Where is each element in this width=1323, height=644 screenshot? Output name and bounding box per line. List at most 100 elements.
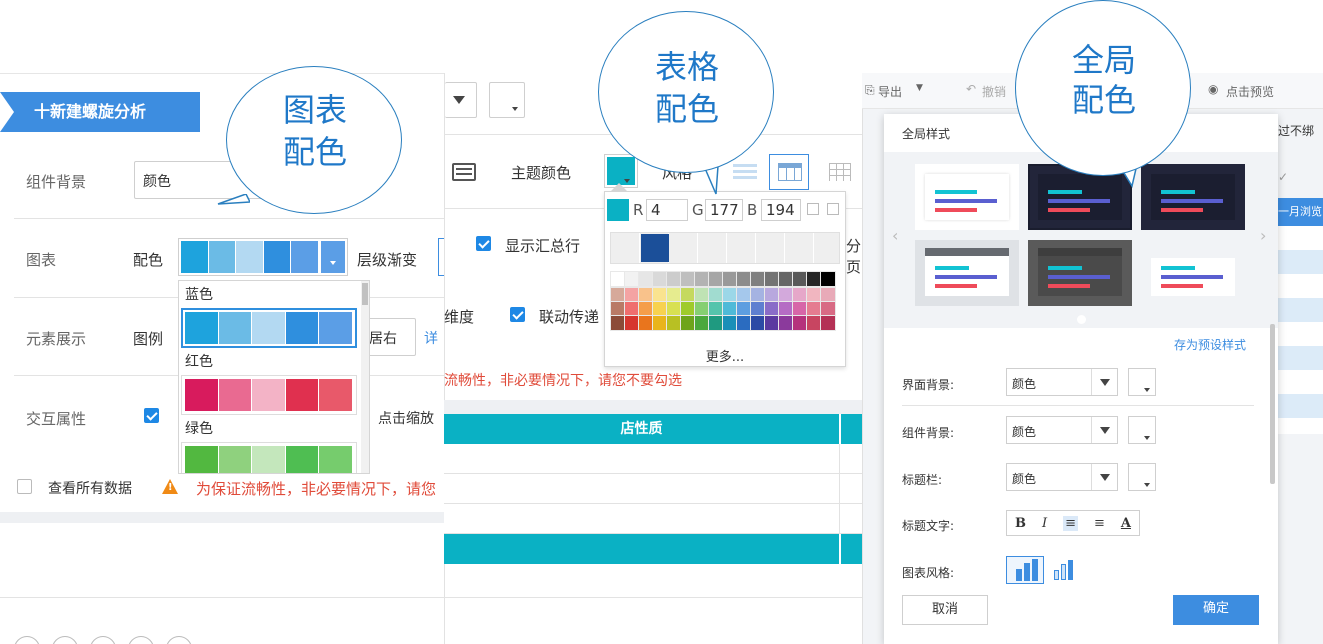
theme-thumb-gray[interactable] <box>915 240 1019 306</box>
picker-swatch[interactable] <box>638 315 654 331</box>
picker-swatch[interactable] <box>638 271 654 287</box>
picker-swatch[interactable] <box>722 301 738 317</box>
picker-swatch[interactable] <box>680 315 696 331</box>
picker-swatch[interactable] <box>652 287 668 303</box>
interaction-checkbox[interactable] <box>144 408 159 423</box>
show-total-checkbox[interactable] <box>476 236 491 251</box>
picker-swatch[interactable] <box>764 271 780 287</box>
color-button[interactable] <box>489 82 525 118</box>
picker-swatch[interactable] <box>722 287 738 303</box>
picker-swatch[interactable] <box>680 271 696 287</box>
picker-swatch[interactable] <box>820 287 836 303</box>
palette-dropdown-toggle[interactable] <box>321 241 345 273</box>
r-input[interactable]: 4 <box>646 199 688 221</box>
cancel-button[interactable]: 取消 <box>902 595 988 625</box>
scrollbar-thumb[interactable] <box>362 283 368 305</box>
picker-swatch[interactable] <box>750 301 766 317</box>
picker-swatch[interactable] <box>708 301 724 317</box>
circle-icon[interactable] <box>166 636 192 644</box>
table-style-option-2[interactable] <box>769 154 809 190</box>
picker-swatch[interactable] <box>778 315 794 331</box>
align-center-icon[interactable]: ≡ <box>1094 516 1105 531</box>
picker-swatch[interactable] <box>624 271 640 287</box>
picker-swatch[interactable] <box>666 271 682 287</box>
picker-swatch[interactable] <box>610 301 626 317</box>
picker-swatch[interactable] <box>736 315 752 331</box>
picker-swatch[interactable] <box>652 315 668 331</box>
picker-swatch[interactable] <box>736 287 752 303</box>
palette-option-red[interactable] <box>181 375 357 415</box>
picker-swatch[interactable] <box>694 287 710 303</box>
picker-swatch[interactable] <box>778 301 794 317</box>
picker-swatch[interactable] <box>638 287 654 303</box>
picker-swatch[interactable] <box>722 315 738 331</box>
picker-swatch[interactable] <box>610 315 626 331</box>
picker-swatch[interactable] <box>680 287 696 303</box>
picker-swatch[interactable] <box>764 287 780 303</box>
theme-thumb-light[interactable] <box>915 164 1019 230</box>
picker-swatch[interactable] <box>806 271 822 287</box>
picker-swatch[interactable] <box>778 287 794 303</box>
circle-icon[interactable] <box>128 636 154 644</box>
picker-swatch[interactable] <box>638 301 654 317</box>
picker-swatch[interactable] <box>764 315 780 331</box>
view-all-data-checkbox[interactable] <box>17 479 32 494</box>
circle-icon[interactable] <box>90 636 116 644</box>
picker-swatch[interactable] <box>694 271 710 287</box>
font-color-icon[interactable]: A <box>1121 516 1131 531</box>
circle-icon[interactable] <box>52 636 78 644</box>
palette-option-blue[interactable] <box>181 308 357 348</box>
dropdown-scrollbar[interactable] <box>361 281 369 473</box>
picker-swatch[interactable] <box>736 271 752 287</box>
bold-icon[interactable]: B <box>1015 516 1026 531</box>
detail-link[interactable]: 详 <box>424 328 438 348</box>
picker-swatch[interactable] <box>652 301 668 317</box>
picker-swatch[interactable] <box>708 315 724 331</box>
recent-color-swatch[interactable] <box>641 234 669 262</box>
picker-swatch[interactable] <box>750 271 766 287</box>
select-fragment[interactable] <box>445 82 477 118</box>
chart-style-option-2[interactable] <box>1052 556 1082 584</box>
palette-option-green[interactable] <box>181 442 357 473</box>
table-style-option-3[interactable] <box>820 154 858 190</box>
no-color-toggle[interactable] <box>827 203 839 215</box>
chevron-down-icon[interactable]: ▼ <box>916 83 923 93</box>
circle-icon[interactable] <box>14 636 40 644</box>
carousel-dot[interactable] <box>1077 315 1086 324</box>
picker-swatch[interactable] <box>666 315 682 331</box>
picker-swatch[interactable] <box>694 301 710 317</box>
picker-swatch[interactable] <box>624 315 640 331</box>
title-bar-select[interactable]: 颜色 <box>1006 463 1118 491</box>
ui-bg-color-button[interactable] <box>1128 368 1156 396</box>
picker-swatch[interactable] <box>806 315 822 331</box>
dialog-scrollbar[interactable] <box>1270 324 1275 484</box>
ui-bg-select[interactable]: 颜色 <box>1006 368 1118 396</box>
picker-swatch[interactable] <box>820 301 836 317</box>
picker-swatch[interactable] <box>680 301 696 317</box>
picker-swatch[interactable] <box>750 287 766 303</box>
undo-button[interactable]: 撤销 <box>982 83 1006 100</box>
picker-swatch[interactable] <box>764 301 780 317</box>
export-button[interactable]: 导出 <box>878 83 902 100</box>
transparent-toggle[interactable] <box>807 203 819 215</box>
theme-thumb-white[interactable] <box>1141 240 1245 306</box>
picker-swatch[interactable] <box>806 287 822 303</box>
picker-swatch[interactable] <box>708 271 724 287</box>
save-preset-link[interactable]: 存为预设样式 <box>1174 336 1246 353</box>
picker-swatch[interactable] <box>792 315 808 331</box>
picker-swatch[interactable] <box>820 315 836 331</box>
table-header-cell[interactable]: 店性质 <box>444 414 839 444</box>
picker-swatch[interactable] <box>624 301 640 317</box>
italic-icon[interactable]: I <box>1042 516 1047 531</box>
picker-swatch[interactable] <box>736 301 752 317</box>
g-input[interactable]: 177 <box>705 199 743 221</box>
picker-swatch[interactable] <box>792 287 808 303</box>
linkage-checkbox[interactable] <box>510 307 525 322</box>
b-input[interactable]: 194 <box>761 199 801 221</box>
picker-swatch[interactable] <box>652 271 668 287</box>
theme-thumb-dark[interactable] <box>1141 164 1245 230</box>
picker-swatch[interactable] <box>610 287 626 303</box>
chevron-left-icon[interactable]: ‹ <box>892 226 898 245</box>
preview-button[interactable]: 点击预览 <box>1226 83 1274 100</box>
comp-bg-color-button[interactable] <box>1128 416 1156 444</box>
